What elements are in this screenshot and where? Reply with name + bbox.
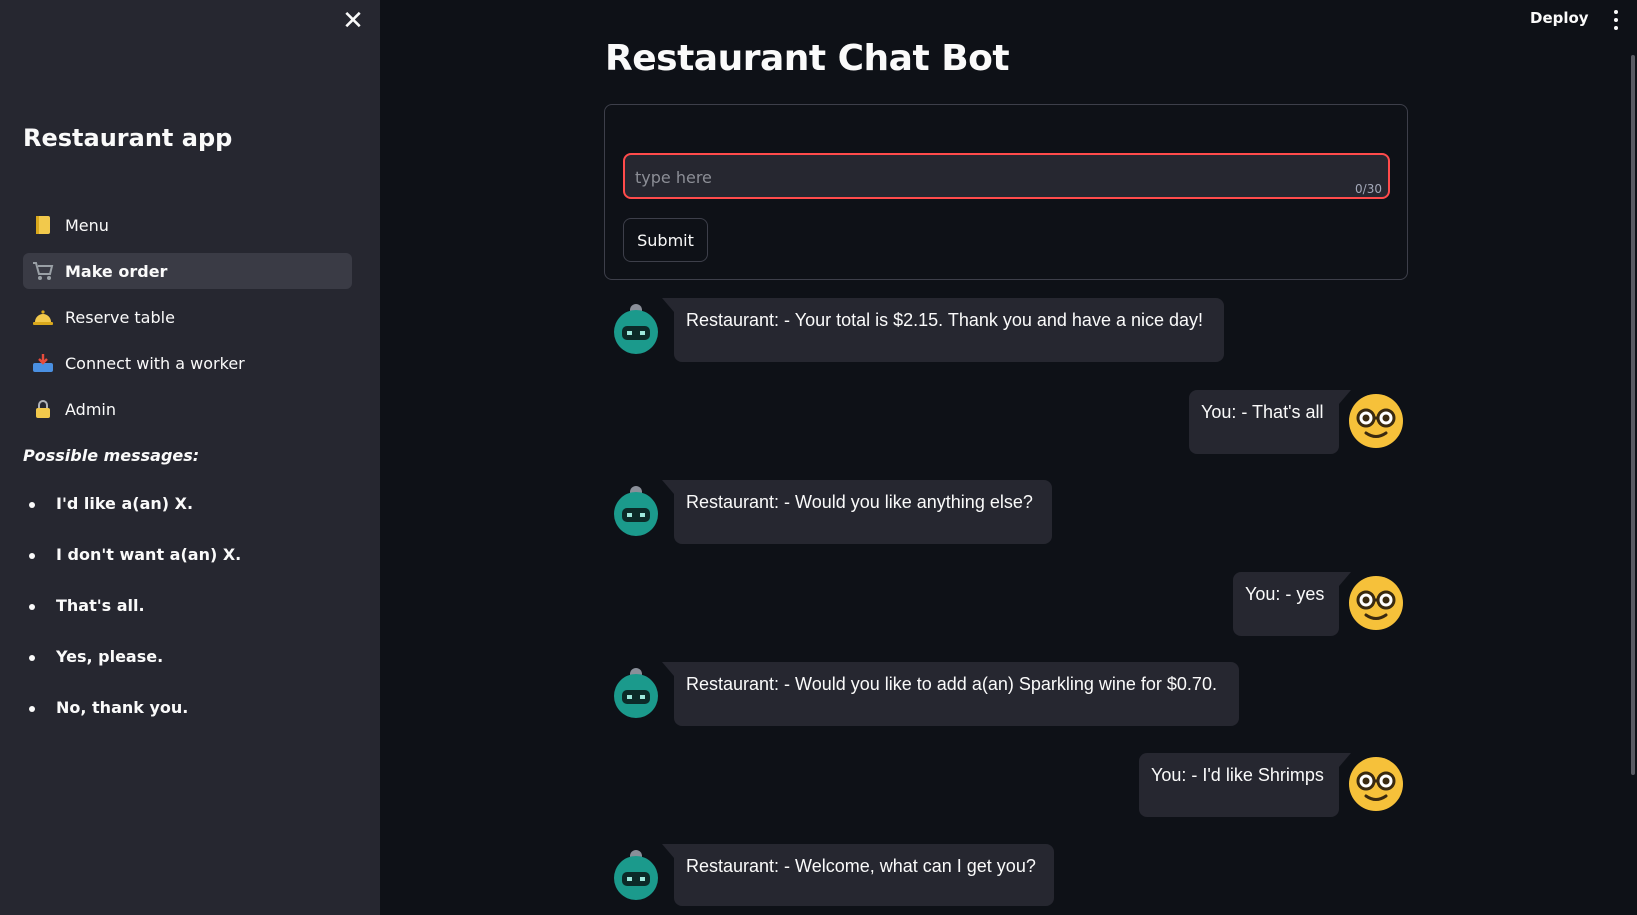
app-title: Restaurant app (23, 124, 233, 152)
list-item: That's all. (23, 592, 241, 643)
bot-message: Restaurant: - Would you like to add a(an… (662, 662, 1239, 726)
sidebar-item-label: Reserve table (65, 307, 175, 327)
bot-message: Restaurant: - Welcome, what can I get yo… (662, 844, 1054, 906)
bot-avatar-icon (608, 664, 664, 720)
user-avatar-icon (1348, 393, 1404, 449)
submit-button[interactable]: Submit (623, 218, 708, 262)
bot-message: Restaurant: - Your total is $2.15. Thank… (662, 298, 1224, 362)
bot-avatar-icon (608, 846, 664, 902)
sidebar-item-make-order[interactable]: Make order (23, 253, 352, 289)
deploy-button[interactable]: Deploy (1530, 9, 1589, 27)
sidebar-item-admin[interactable]: Admin (23, 391, 352, 427)
list-item: I'd like a(an) X. (23, 490, 241, 541)
bot-message: Restaurant: - Would you like anything el… (662, 480, 1052, 544)
page-title: Restaurant Chat Bot (605, 38, 1010, 79)
shopping-cart-icon (31, 259, 55, 283)
list-item: I don't want a(an) X. (23, 541, 241, 592)
possible-messages-heading: Possible messages: (23, 446, 200, 465)
list-item: Yes, please. (23, 643, 241, 694)
user-message: You: - That's all (1189, 390, 1351, 454)
chat-input-wrapper: 0/30 (623, 153, 1390, 199)
user-message: You: - I'd like Shrimps (1139, 753, 1351, 817)
inbox-tray-icon (31, 351, 55, 375)
lock-icon (31, 397, 55, 421)
sidebar-item-label: Menu (65, 215, 109, 235)
user-avatar-icon (1348, 575, 1404, 631)
bellhop-bell-icon (31, 305, 55, 329)
user-avatar-icon (1348, 756, 1404, 812)
bot-avatar-icon (608, 300, 664, 356)
sidebar-item-label: Connect with a worker (65, 353, 245, 373)
scrollbar[interactable] (1631, 55, 1635, 775)
sidebar-item-label: Admin (65, 399, 116, 419)
notebook-icon (31, 213, 55, 237)
bot-avatar-icon (608, 482, 664, 538)
close-icon[interactable]: ✕ (341, 7, 365, 33)
sidebar-nav: Menu Make order Reserve table Connect wi… (23, 207, 352, 437)
sidebar-item-menu[interactable]: Menu (23, 207, 352, 243)
chat-form: 0/30 Submit (604, 104, 1408, 280)
user-message: You: - yes (1233, 572, 1351, 636)
sidebar-item-label: Make order (65, 261, 168, 281)
more-vertical-icon[interactable] (1608, 8, 1624, 32)
chat-input[interactable] (633, 155, 1337, 199)
sidebar-item-connect-worker[interactable]: Connect with a worker (23, 345, 352, 381)
sidebar-item-reserve-table[interactable]: Reserve table (23, 299, 352, 335)
list-item: No, thank you. (23, 694, 241, 745)
sidebar: ✕ Restaurant app Menu Make order Reserve… (0, 0, 380, 915)
possible-messages-list: I'd like a(an) X. I don't want a(an) X. … (23, 490, 241, 745)
char-counter: 0/30 (1355, 182, 1382, 196)
